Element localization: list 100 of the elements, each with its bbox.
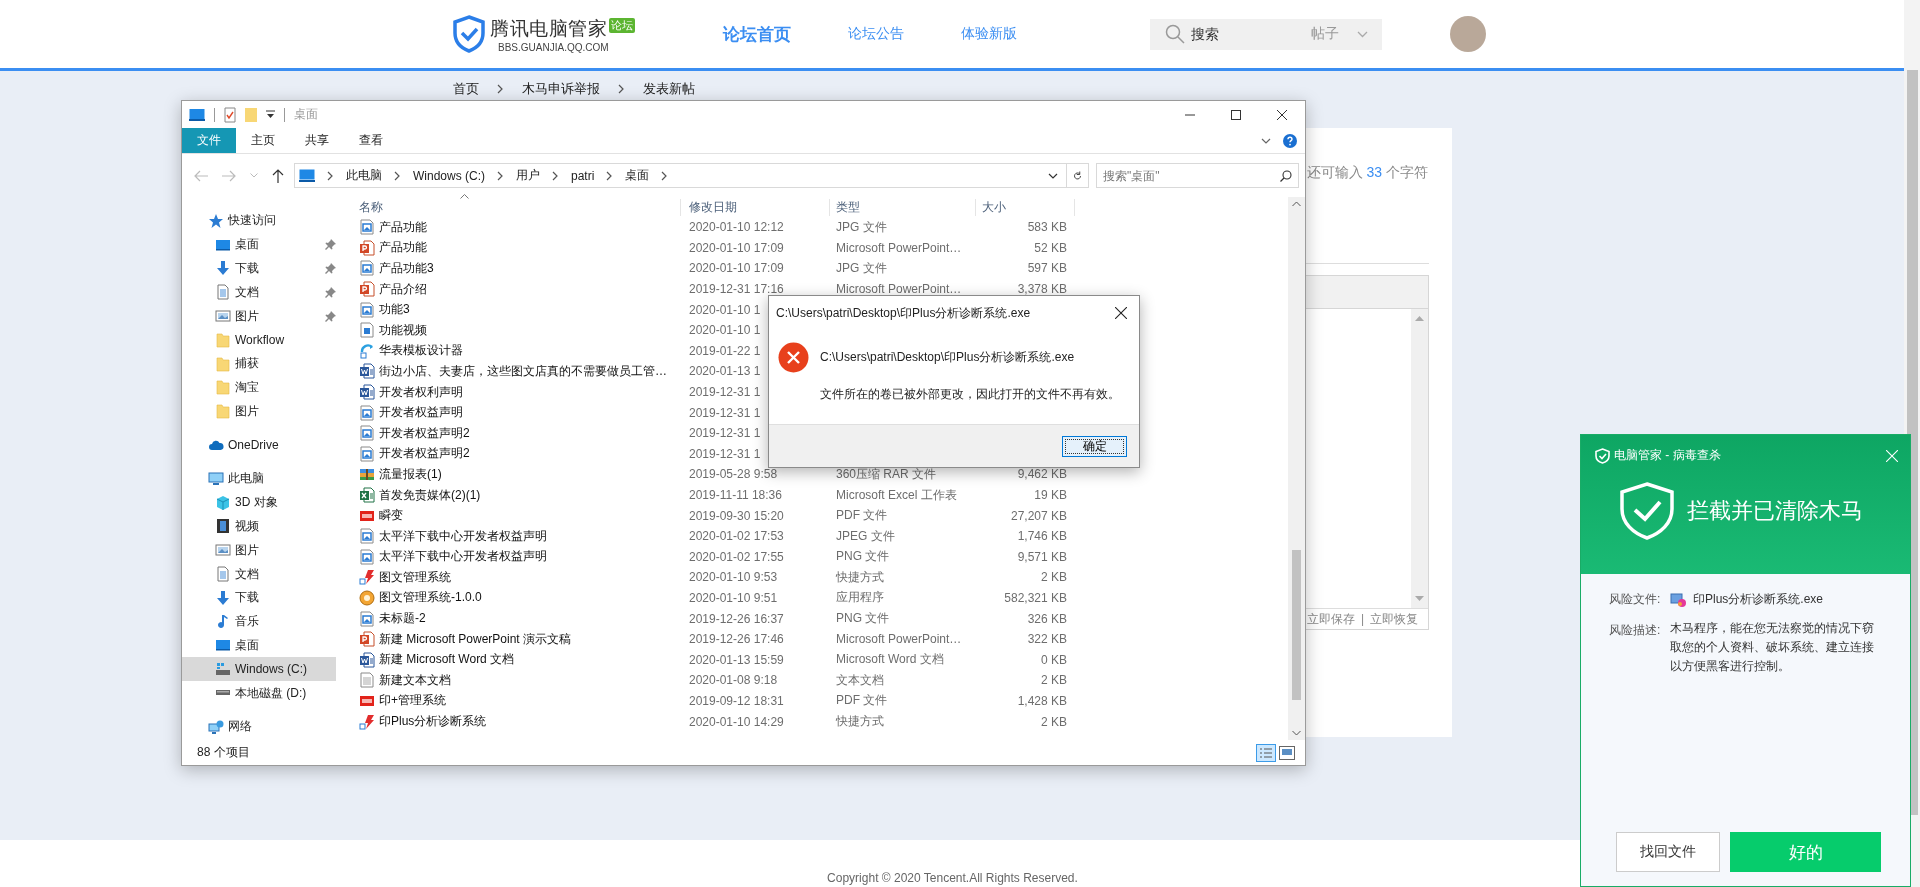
save-link[interactable]: 立即保存 xyxy=(1306,610,1355,628)
nav-item[interactable]: 文档 xyxy=(182,562,339,586)
search-field[interactable]: 搜索"桌面" xyxy=(1096,163,1299,188)
nav-item[interactable]: 文档 xyxy=(182,280,339,305)
nav-item[interactable]: 图片 xyxy=(182,304,339,328)
path-chevron-icon xyxy=(327,170,334,181)
file-name[interactable]: 开发者权益声明 xyxy=(379,404,463,422)
nav-item[interactable]: 桌面 xyxy=(182,232,339,257)
column-header[interactable]: 类型 xyxy=(830,198,976,216)
details-view-icon[interactable] xyxy=(1256,743,1276,762)
nav-item[interactable]: 网络 xyxy=(182,714,339,739)
dropdown-icon[interactable] xyxy=(266,110,275,119)
nav-item[interactable]: 3D 对象 xyxy=(182,490,339,515)
nav-item[interactable]: 图片 xyxy=(182,399,339,424)
file-name[interactable]: 太平洋下载中心开发者权益声明 xyxy=(379,548,547,566)
properties-icon[interactable] xyxy=(224,106,236,123)
image-file-icon xyxy=(359,260,375,277)
archive-file-icon xyxy=(359,466,375,483)
restore-link[interactable]: 立即恢复 xyxy=(1370,610,1418,628)
folder-icon[interactable] xyxy=(245,106,257,123)
file-name[interactable]: 产品功能 xyxy=(379,239,427,257)
file-name[interactable]: 太平洋下载中心开发者权益声明 xyxy=(379,527,547,545)
help-icon[interactable] xyxy=(1283,133,1297,148)
file-name[interactable]: 产品介绍 xyxy=(379,280,427,298)
scroll-down-icon[interactable] xyxy=(1415,596,1424,602)
file-name[interactable]: 街边小店、夫妻店，这些图文店真的不需要做员工管… xyxy=(379,362,667,380)
file-name[interactable]: 开发者权益声明2 xyxy=(379,424,470,442)
scroll-up-icon[interactable] xyxy=(1292,201,1301,207)
file-name[interactable]: 流量报表(1) xyxy=(379,465,442,483)
nav-item[interactable]: 下载 xyxy=(182,256,339,281)
nav-item[interactable]: 下载 xyxy=(182,585,339,610)
nav-item[interactable]: 淘宝 xyxy=(182,375,339,400)
file-name[interactable]: 新建文本文档 xyxy=(379,671,451,689)
file-name[interactable]: 图文管理系统-1.0.0 xyxy=(379,589,482,607)
file-name[interactable]: 印+管理系统 xyxy=(379,692,446,710)
scrollbar-thumb[interactable] xyxy=(1292,550,1301,700)
date-cell: 2019-11-11 18:36 xyxy=(689,488,782,502)
scrollbar[interactable] xyxy=(1288,197,1305,740)
column-header[interactable]: 修改日期 xyxy=(681,198,830,216)
path-segment[interactable]: 用户 xyxy=(516,167,540,184)
type-cell: 快捷方式 xyxy=(836,713,884,731)
ribbon-tab[interactable]: 主页 xyxy=(236,128,290,153)
nav-item[interactable]: 图片 xyxy=(182,538,339,563)
path-segment[interactable]: 此电脑 xyxy=(346,167,382,184)
nav-item[interactable]: OneDrive xyxy=(182,433,339,457)
file-name[interactable]: 瞬变 xyxy=(379,507,403,525)
nav-item[interactable]: 桌面 xyxy=(182,633,339,658)
pictures-icon xyxy=(215,542,231,559)
scrollbar[interactable] xyxy=(1411,309,1428,608)
up-arrow-icon[interactable] xyxy=(272,168,284,183)
recent-dropdown-icon[interactable] xyxy=(250,173,258,178)
nav-item[interactable]: 本地磁盘 (D:) xyxy=(182,681,339,705)
address-dropdown-icon[interactable] xyxy=(1048,172,1058,179)
nav-link[interactable]: 体验新版 xyxy=(961,25,1017,43)
file-name[interactable]: 新建 Microsoft Word 文档 xyxy=(379,651,515,669)
word-file-icon xyxy=(359,651,375,668)
nav-item[interactable]: 快速访问 xyxy=(182,209,339,233)
scroll-down-icon[interactable] xyxy=(1292,730,1301,736)
nav-item[interactable]: Windows (C:) xyxy=(182,657,336,682)
ribbon-tab[interactable]: 查看 xyxy=(344,128,398,153)
nav-item[interactable]: Workflow xyxy=(182,328,339,352)
file-name[interactable]: 首发免责媒体(2)(1) xyxy=(379,486,481,504)
ok-button[interactable]: 确定 xyxy=(1062,435,1127,457)
scroll-up-icon[interactable] xyxy=(1415,315,1424,321)
file-name[interactable]: 功能视频 xyxy=(379,321,427,339)
forward-arrow-icon[interactable] xyxy=(222,169,236,182)
nav-item[interactable]: 捕获 xyxy=(182,351,339,376)
film-icon xyxy=(215,518,231,535)
ribbon-tab[interactable]: 共享 xyxy=(290,128,344,153)
path-segment[interactable]: patri xyxy=(571,168,595,183)
nav-link[interactable]: 论坛公告 xyxy=(848,25,904,43)
close-icon[interactable] xyxy=(1115,307,1127,319)
file-name[interactable]: 开发者权益声明2 xyxy=(379,445,470,463)
type-cell: PNG 文件 xyxy=(836,610,890,628)
computer-icon[interactable] xyxy=(189,107,205,122)
file-name[interactable]: 印Plus分析诊断系统 xyxy=(379,713,487,731)
column-header[interactable]: 名称 xyxy=(339,198,681,216)
recover-file-button[interactable]: 找回文件 xyxy=(1616,832,1720,872)
nav-item[interactable]: 视频 xyxy=(182,514,339,539)
address-bar[interactable]: 此电脑 Windows (C:) 用户 patri 桌面 xyxy=(294,163,1089,188)
file-name[interactable]: 开发者权利声明 xyxy=(379,383,463,401)
back-arrow-icon[interactable] xyxy=(194,169,208,182)
file-name[interactable]: 图文管理系统 xyxy=(379,568,451,586)
path-segment[interactable]: 桌面 xyxy=(625,167,650,184)
path-segment[interactable]: Windows (C:) xyxy=(413,168,485,183)
thumbnail-view-icon[interactable] xyxy=(1279,745,1295,760)
breadcrumb-link[interactable]: 发表新帖 xyxy=(643,80,695,98)
expand-ribbon-icon[interactable] xyxy=(1261,137,1271,144)
file-name[interactable]: 产品功能3 xyxy=(379,260,434,277)
column-header[interactable]: 大小 xyxy=(976,198,1075,216)
file-name[interactable]: 新建 Microsoft PowerPoint 演示文稿 xyxy=(379,630,572,648)
file-name[interactable]: 功能3 xyxy=(379,301,410,319)
nav-item[interactable]: 此电脑 xyxy=(182,466,339,491)
file-name[interactable]: 未标题-2 xyxy=(379,610,426,628)
breadcrumb-link[interactable]: 首页 xyxy=(453,80,479,98)
nav-item[interactable]: 音乐 xyxy=(182,609,339,634)
file-name[interactable]: 华表模板设计器 xyxy=(379,342,463,360)
file-name[interactable]: 产品功能 xyxy=(379,218,427,236)
user-avatar[interactable] xyxy=(1450,16,1486,52)
breadcrumb-link[interactable]: 木马申诉举报 xyxy=(522,80,600,98)
